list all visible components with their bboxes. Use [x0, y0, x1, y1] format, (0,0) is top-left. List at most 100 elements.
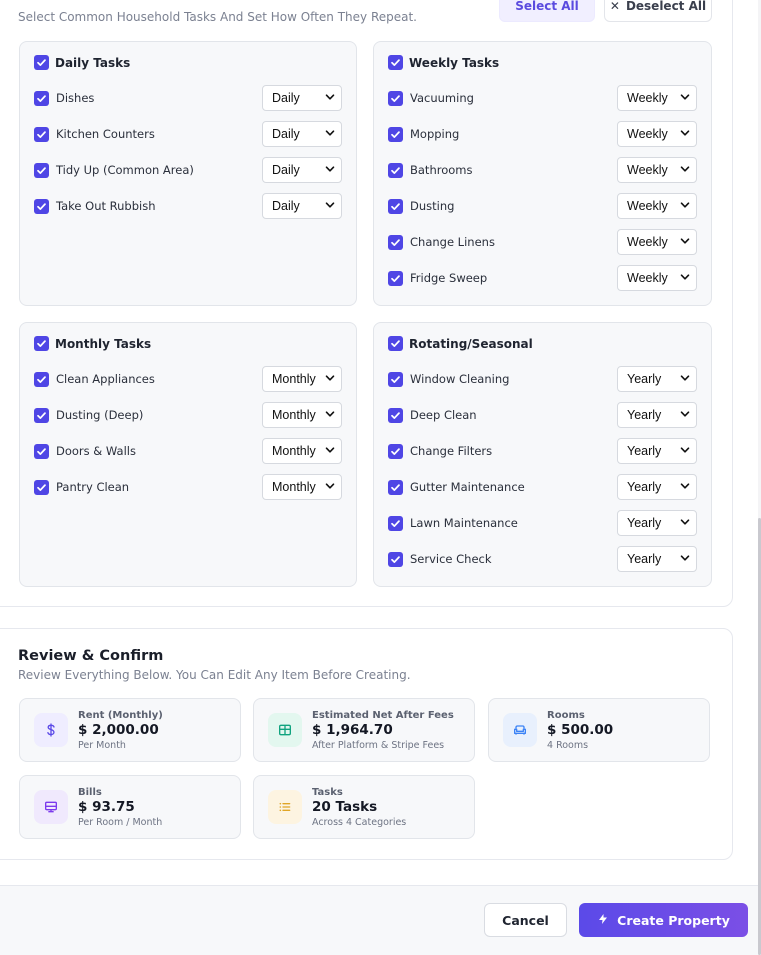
task-checkbox[interactable]	[388, 270, 403, 286]
frequency-select[interactable]: Yearly	[617, 474, 697, 500]
task-checkbox[interactable]	[388, 443, 403, 459]
frequency-select[interactable]: Monthly	[262, 402, 342, 428]
checkmark-icon	[37, 94, 46, 102]
select-all-button[interactable]: Select All	[499, 0, 595, 22]
task-checkbox[interactable]	[34, 162, 49, 178]
chevron-down-icon	[325, 163, 335, 177]
task-row: Bathrooms Weekly	[388, 157, 697, 183]
stat-value: $ 2,000.00	[78, 722, 159, 738]
frequency-select[interactable]: Weekly	[617, 121, 697, 147]
stat-value: $ 93.75	[78, 799, 135, 815]
task-category-panel: Monthly Tasks Clean Appliances Monthly Dust…	[19, 322, 357, 587]
checkmark-icon	[391, 483, 400, 491]
frequency-select[interactable]: Weekly	[617, 157, 697, 183]
task-label: Deep Clean	[410, 408, 477, 422]
task-checkbox[interactable]	[34, 90, 49, 106]
task-checkbox[interactable]	[388, 162, 403, 178]
review-subtitle: Review Everything Below. You Can Edit An…	[18, 668, 411, 682]
frequency-select[interactable]: Monthly	[262, 366, 342, 392]
create-property-page: Select Common Household Tasks And Set Ho…	[0, 0, 761, 955]
task-checkbox[interactable]	[34, 443, 49, 459]
task-label: Bathrooms	[410, 163, 473, 177]
task-checkbox[interactable]	[34, 479, 49, 495]
frequency-select[interactable]: Yearly	[617, 438, 697, 464]
frequency-select[interactable]: Yearly	[617, 402, 697, 428]
task-checkbox[interactable]	[388, 90, 403, 106]
chevron-down-icon	[325, 408, 335, 422]
cancel-button[interactable]: Cancel	[484, 903, 567, 937]
checkmark-icon	[37, 202, 46, 210]
category-header: Daily Tasks	[34, 55, 130, 70]
task-checkbox[interactable]	[34, 198, 49, 214]
checkmark-icon	[391, 411, 400, 419]
frequency-select[interactable]: Yearly	[617, 546, 697, 572]
task-row: Pantry Clean Monthly	[34, 474, 342, 500]
task-row: Change Filters Yearly	[388, 438, 697, 464]
task-checkbox[interactable]	[388, 407, 403, 423]
deselect-all-button[interactable]: ✕ Deselect All	[604, 0, 712, 22]
dollar-icon	[34, 713, 68, 747]
stat-note: Per Room / Month	[78, 817, 163, 828]
task-checkbox[interactable]	[388, 551, 403, 567]
frequency-value: Monthly	[272, 480, 316, 494]
task-label: Take Out Rubbish	[56, 199, 156, 213]
frequency-select[interactable]: Daily	[262, 85, 342, 111]
task-checkbox[interactable]	[388, 198, 403, 214]
frequency-select[interactable]: Daily	[262, 121, 342, 147]
list-icon	[268, 790, 302, 824]
category-checkbox[interactable]	[388, 336, 403, 351]
chevron-down-icon	[325, 199, 335, 213]
checkmark-icon	[37, 447, 46, 455]
task-row: Lawn Maintenance Yearly	[388, 510, 697, 536]
chevron-down-icon	[680, 91, 690, 105]
task-checkbox[interactable]	[34, 371, 49, 387]
frequency-select[interactable]: Monthly	[262, 438, 342, 464]
task-row: Dusting Weekly	[388, 193, 697, 219]
task-label: Change Linens	[410, 235, 495, 249]
task-row: Fridge Sweep Weekly	[388, 265, 697, 291]
task-label: Service Check	[410, 552, 492, 566]
stat-note: Across 4 Categories	[312, 817, 407, 828]
frequency-select[interactable]: Weekly	[617, 265, 697, 291]
checkmark-icon	[391, 340, 400, 347]
chevron-down-icon	[680, 552, 690, 566]
frequency-value: Monthly	[272, 372, 316, 386]
checkmark-icon	[391, 375, 400, 383]
task-checkbox[interactable]	[34, 126, 49, 142]
frequency-value: Weekly	[627, 199, 668, 213]
frequency-select[interactable]: Weekly	[617, 229, 697, 255]
task-checkbox[interactable]	[388, 371, 403, 387]
frequency-select[interactable]: Weekly	[617, 85, 697, 111]
frequency-select[interactable]: Yearly	[617, 510, 697, 536]
frequency-select[interactable]: Daily	[262, 193, 342, 219]
task-checkbox[interactable]	[388, 479, 403, 495]
frequency-select[interactable]: Daily	[262, 157, 342, 183]
task-row: Mopping Weekly	[388, 121, 697, 147]
checkmark-icon	[391, 519, 400, 527]
stat-note: 4 Rooms	[547, 740, 589, 751]
checkmark-icon	[391, 94, 400, 102]
category-checkbox[interactable]	[34, 55, 49, 70]
create-property-button[interactable]: Create Property	[579, 903, 748, 937]
checkmark-icon	[37, 59, 46, 66]
tasks-subtitle: Select Common Household Tasks And Set Ho…	[18, 10, 417, 24]
chevron-down-icon	[680, 163, 690, 177]
chevron-down-icon	[325, 127, 335, 141]
task-checkbox[interactable]	[388, 126, 403, 142]
frequency-value: Yearly	[627, 480, 662, 494]
frequency-value: Monthly	[272, 408, 316, 422]
frequency-value: Weekly	[627, 235, 668, 249]
close-icon: ✕	[609, 0, 620, 13]
category-checkbox[interactable]	[388, 55, 403, 70]
frequency-select[interactable]: Yearly	[617, 366, 697, 392]
task-checkbox[interactable]	[388, 515, 403, 531]
frequency-select[interactable]: Weekly	[617, 193, 697, 219]
summary-stat-card: Rooms $ 500.00 4 Rooms	[488, 698, 710, 762]
stat-note: After Platform & Stripe Fees	[312, 740, 445, 751]
task-checkbox[interactable]	[34, 407, 49, 423]
chevron-down-icon	[680, 199, 690, 213]
task-checkbox[interactable]	[388, 234, 403, 250]
stat-note: Per Month	[78, 740, 126, 751]
frequency-select[interactable]: Monthly	[262, 474, 342, 500]
category-checkbox[interactable]	[34, 336, 49, 351]
